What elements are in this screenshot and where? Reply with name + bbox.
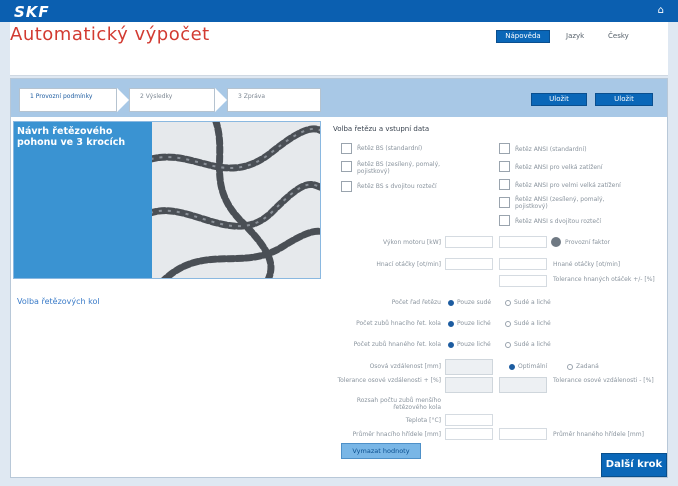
teeth-drive-label: Počet zubů hnacího řet. kola <box>356 320 441 327</box>
sprocket-selection-link[interactable]: Volba řetězových kol <box>17 297 100 306</box>
drive-shaft-label: Průměr hnacího hřídele [mm] <box>352 431 441 438</box>
teeth-driven-all-label: Sudé a liché <box>514 341 551 348</box>
step-1-tab[interactable]: 1 Provozní podmínky <box>19 88 117 112</box>
step-arrow <box>215 88 227 112</box>
chain-option-label: Řetěz BS s dvojitou roztečí <box>357 183 437 190</box>
language-label: Jazyk <box>566 32 585 40</box>
teeth-driven-label: Počet zubů hnaného řet. kola <box>353 341 441 348</box>
min-teeth-label: Rozsah počtu zubů menšího řetězového kol… <box>356 397 441 411</box>
chain-bs-reinforced-checkbox[interactable] <box>341 161 352 172</box>
tolerance-label: Tolerance hnaných otáček +/- [%] <box>553 276 655 283</box>
teeth-driven-odd-label: Pouze liché <box>457 341 491 348</box>
center-distance-label: Osová vzdálenost [mm] <box>369 363 441 370</box>
chain-option-label: Řetěz ANSI (standardní) <box>515 146 587 153</box>
teeth-drive-all-radio[interactable] <box>505 321 511 327</box>
save-button[interactable]: Uložit <box>595 93 653 106</box>
teeth-driven-all-radio[interactable] <box>505 342 511 348</box>
promo-banner: Návrh řetězového pohonu ve 3 krocích <box>13 121 321 279</box>
print-button[interactable]: Uložit <box>531 93 587 106</box>
strands-all-label: Sudé a liché <box>514 299 551 306</box>
step-2-tab[interactable]: 2 Výsledky <box>129 88 215 112</box>
center-tolerance-plus-input[interactable] <box>445 377 493 393</box>
chain-bs-double-pitch-checkbox[interactable] <box>341 181 352 192</box>
temperature-label: Teplota [°C] <box>405 417 441 424</box>
driven-shaft-label: Průměr hnaného hřídele [mm] <box>553 431 644 438</box>
chain-ansi-reinforced-checkbox[interactable] <box>499 197 510 208</box>
center-given-label: Zadaná <box>576 363 599 370</box>
chain-image <box>152 122 320 278</box>
chain-option-label: Řetěz BS (standardní) <box>357 145 423 152</box>
strands-even-radio[interactable] <box>448 300 454 306</box>
chain-bs-standard-checkbox[interactable] <box>341 143 352 154</box>
promo-title: Návrh řetězového pohonu ve 3 krocích <box>17 126 126 148</box>
chain-option-label: Řetěz ANSI pro velká zatížení <box>515 164 603 171</box>
center-distance-input[interactable] <box>445 359 493 375</box>
home-icon[interactable]: ⌂ <box>658 5 664 16</box>
chain-ansi-double-pitch-checkbox[interactable] <box>499 215 510 226</box>
driven-speed-input[interactable] <box>499 258 547 270</box>
temperature-input[interactable] <box>445 414 493 426</box>
drive-speed-label: Hnací otáčky [ot/min] <box>376 261 441 268</box>
tolerance-input[interactable] <box>499 275 547 287</box>
center-optimal-label: Optimální <box>518 363 548 370</box>
step-3-tab[interactable]: 3 Zpráva <box>227 88 321 112</box>
driven-shaft-input[interactable] <box>499 428 547 440</box>
strands-all-radio[interactable] <box>505 300 511 306</box>
chain-ansi-extra-heavy-checkbox[interactable] <box>499 179 510 190</box>
clear-values-button[interactable]: Vymazat hodnoty <box>341 443 421 459</box>
chain-option-label: Řetěz BS (zesílený, pomalý, pojistkový) <box>357 161 441 175</box>
help-button[interactable]: Nápověda <box>496 30 550 43</box>
chain-ansi-standard-checkbox[interactable] <box>499 143 510 154</box>
center-tolerance-minus-input[interactable] <box>499 377 547 393</box>
chain-option-label: Řetěz ANSI s dvojitou roztečí <box>515 218 602 225</box>
language-select[interactable]: Česky <box>608 32 629 40</box>
chain-option-label: Řetěz ANSI pro velmi velká zatížení <box>515 182 621 189</box>
power-label: Výkon motoru [kW] <box>383 239 441 246</box>
gear-icon[interactable] <box>551 237 561 247</box>
driven-speed-label: Hnané otáčky [ot/min] <box>553 261 621 268</box>
top-bar: SKF ⌂ <box>0 0 678 22</box>
power-input[interactable] <box>445 236 493 248</box>
teeth-driven-odd-radio[interactable] <box>448 342 454 348</box>
skf-logo[interactable]: SKF <box>14 3 50 21</box>
steps-bar: 1 Provozní podmínky 2 Výsledky 3 Zpráva … <box>11 79 667 117</box>
center-given-radio[interactable] <box>567 364 573 370</box>
drive-speed-input[interactable] <box>445 258 493 270</box>
service-factor-label: Provozní faktor <box>565 239 611 246</box>
strands-label: Počet řad řetězu <box>391 299 441 306</box>
teeth-drive-odd-radio[interactable] <box>448 321 454 327</box>
center-tolerance-minus-label: Tolerance osové vzdálenosti - [%] <box>553 377 654 384</box>
main-panel: 1 Provozní podmínky 2 Výsledky 3 Zpráva … <box>10 78 668 478</box>
center-tolerance-plus-label: Tolerance osové vzdálenosti + [%] <box>337 377 441 384</box>
strands-even-label: Pouze sudé <box>457 299 492 306</box>
step-arrow <box>117 88 129 112</box>
next-step-button[interactable]: Další krok <box>601 453 667 477</box>
teeth-drive-odd-label: Pouze liché <box>457 320 491 327</box>
chain-option-label: Řetěz ANSI (zesílený, pomalý, pojistkový… <box>515 196 605 210</box>
drive-shaft-input[interactable] <box>445 428 493 440</box>
app-window: SKF ⌂ Automatický výpočet Nápověda Jazyk… <box>0 0 678 486</box>
form-section-title: Volba řetězu a vstupní data <box>333 125 430 133</box>
power-input-2[interactable] <box>499 236 547 248</box>
center-optimal-radio[interactable] <box>509 364 515 370</box>
teeth-drive-all-label: Sudé a liché <box>514 320 551 327</box>
page-title: Automatický výpočet <box>10 24 210 45</box>
chain-ansi-heavy-checkbox[interactable] <box>499 161 510 172</box>
